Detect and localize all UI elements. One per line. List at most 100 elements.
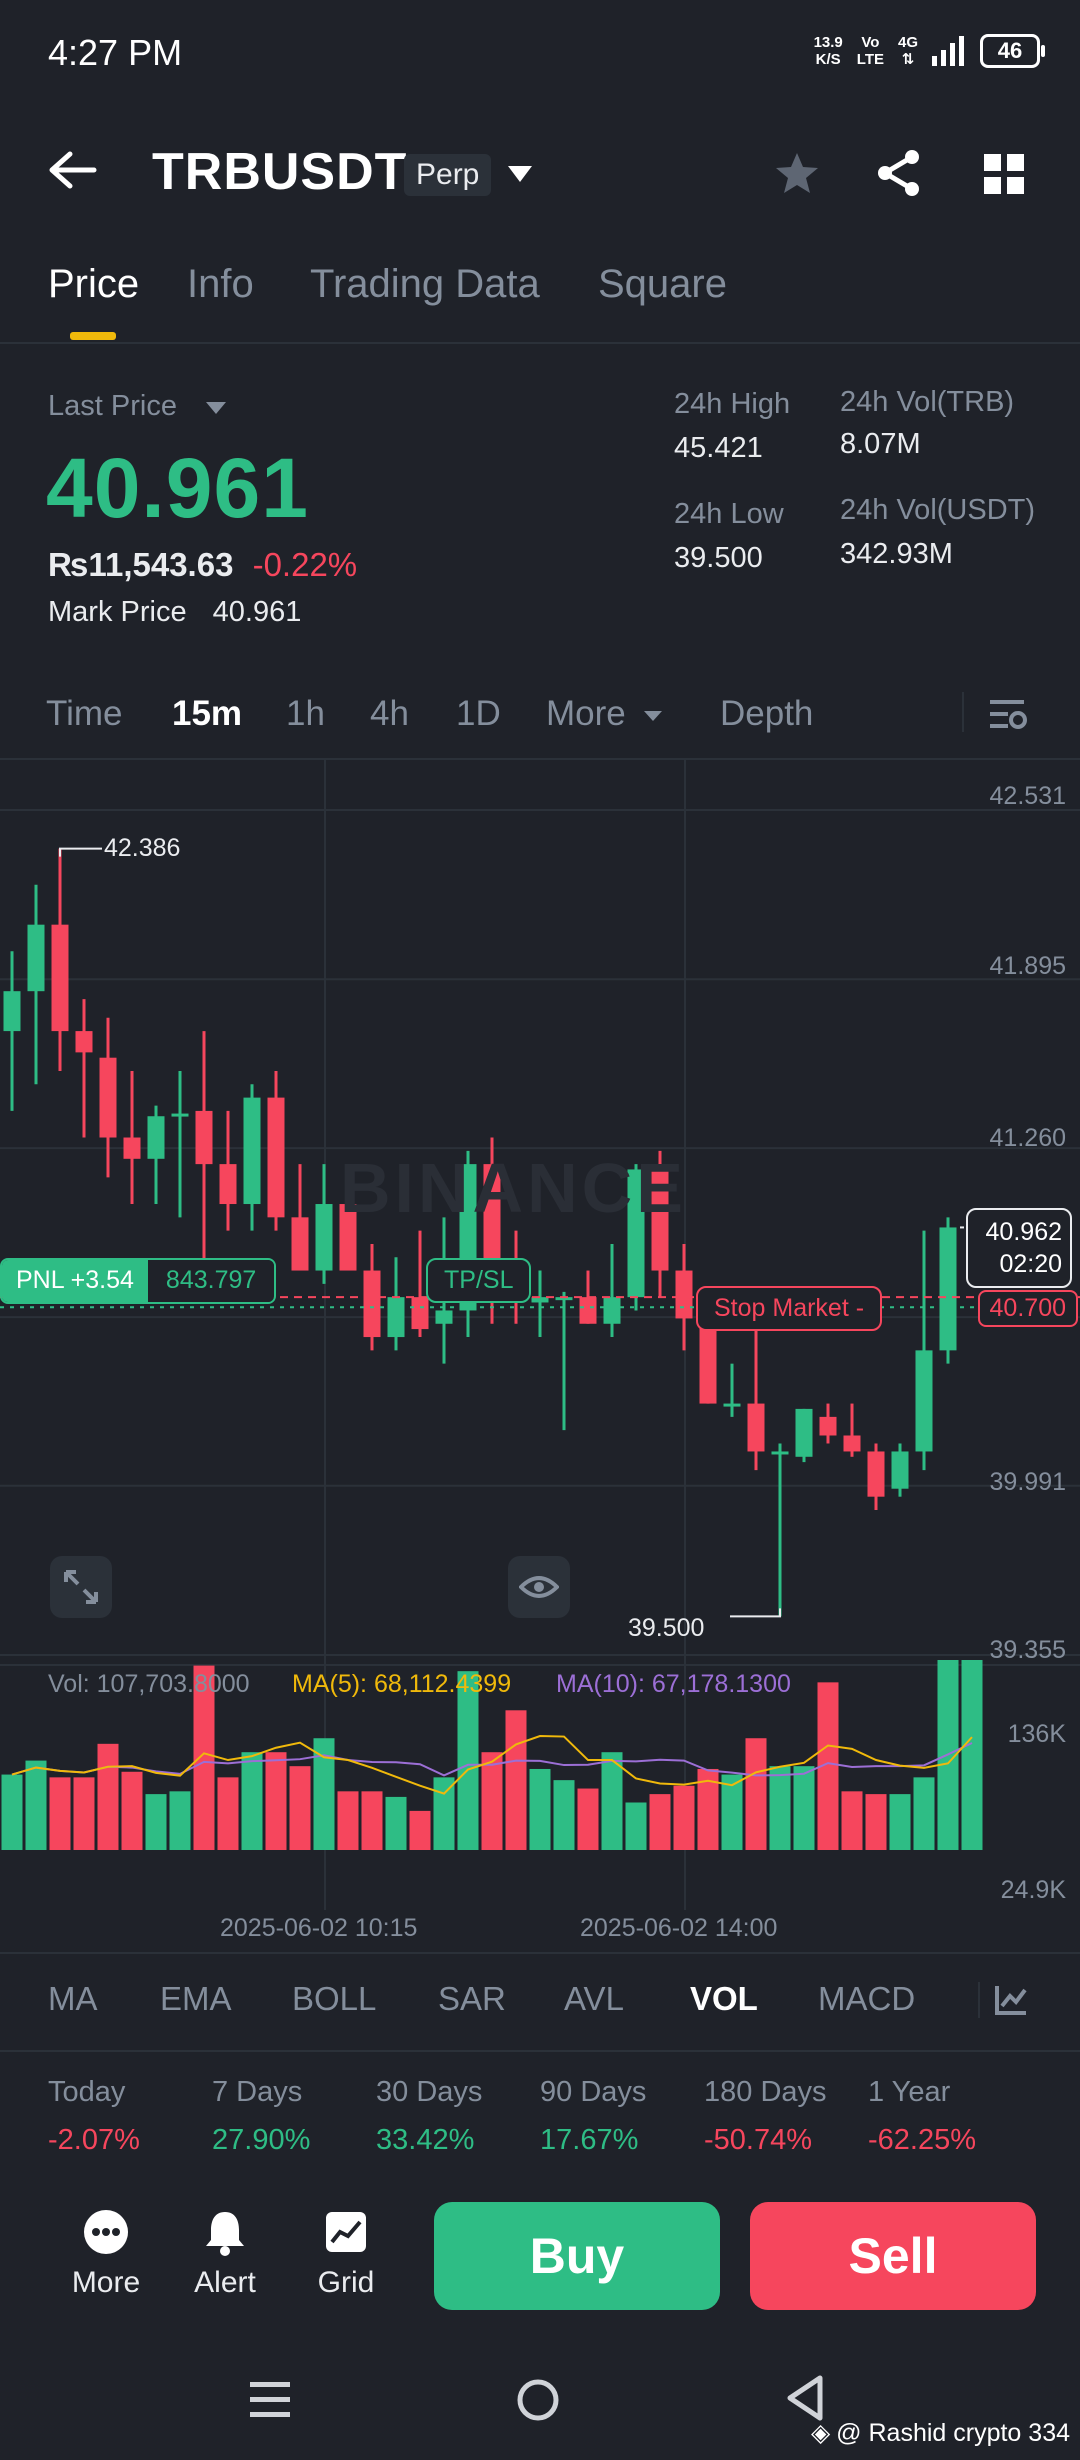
volume-bar	[145, 1794, 167, 1850]
fullscreen-button[interactable]	[50, 1556, 112, 1618]
entry-price: 843.797	[147, 1260, 275, 1302]
volume-bar	[73, 1777, 95, 1850]
tab-price[interactable]: Price	[48, 262, 139, 307]
volume-bar	[793, 1766, 815, 1850]
more-button[interactable]: More	[56, 2208, 156, 2300]
stop-price-tag: 40.700	[977, 1290, 1078, 1327]
buy-button[interactable]: Buy	[434, 2202, 720, 2310]
grid-bot-icon	[326, 2212, 366, 2252]
mark-price-value: 40.961	[212, 596, 302, 628]
volume-bar	[1, 1774, 23, 1850]
candle-body	[147, 1116, 165, 1159]
stop-market-tag[interactable]: Stop Market -	[696, 1286, 883, 1331]
last-price-label[interactable]: Last Price	[48, 390, 227, 423]
tpsl-button[interactable]: TP/SL	[426, 1258, 532, 1303]
volume-bar	[961, 1660, 983, 1850]
favorite-star-icon[interactable]	[774, 150, 820, 196]
chart-area[interactable]	[0, 760, 1080, 1910]
indicator-sar[interactable]: SAR	[438, 1980, 506, 2018]
grid-button[interactable]: Grid	[296, 2208, 396, 2300]
grid-label: Grid	[317, 2266, 375, 2299]
recent-apps-icon[interactable]	[248, 2378, 292, 2422]
interval-time[interactable]: Time	[46, 694, 122, 734]
interval-1h[interactable]: 1h	[286, 694, 325, 734]
tab-info[interactable]: Info	[187, 262, 254, 307]
perf-value: -50.74%	[704, 2124, 813, 2156]
volume-bar	[265, 1752, 287, 1850]
volume-bar	[577, 1788, 599, 1850]
volume-bar	[241, 1752, 263, 1850]
candle-body	[363, 1270, 381, 1338]
price-chart[interactable]	[0, 760, 1080, 1910]
interval-more[interactable]: More	[546, 694, 663, 734]
indicator-separator	[978, 1982, 980, 2018]
low-label: 24h Low	[674, 498, 784, 530]
high-marker-line	[59, 847, 102, 857]
alert-button[interactable]: Alert	[175, 2208, 275, 2300]
candle-body	[291, 1217, 309, 1271]
volume-bar	[409, 1810, 431, 1850]
change-percent: -0.22%	[252, 546, 358, 583]
tab-square[interactable]: Square	[598, 262, 727, 307]
perf-label: 90 Days	[540, 2076, 647, 2108]
candle-countdown: 02:20	[999, 1250, 1062, 1278]
high-label: 24h High	[674, 388, 791, 420]
home-icon[interactable]	[516, 2378, 560, 2422]
candle-body	[843, 1435, 861, 1452]
high-value: 45.421	[674, 432, 763, 464]
chart-settings-icon[interactable]	[988, 696, 1028, 732]
vol-quote-value: 342.93M	[840, 538, 953, 570]
pnl-tag[interactable]: PNL +3.54 843.797	[0, 1258, 277, 1304]
interval-4h[interactable]: 4h	[370, 694, 409, 734]
indicator-avl[interactable]: AVL	[564, 1980, 624, 2018]
perp-badge[interactable]: Perp	[404, 154, 492, 196]
network-label: 4G	[897, 34, 918, 51]
volte-top: Vo	[861, 34, 880, 51]
perf-label: 1 Year	[868, 2076, 951, 2108]
volume-bar	[481, 1752, 503, 1850]
indicator-settings-icon[interactable]	[994, 1984, 1028, 2016]
volume-bar	[217, 1777, 239, 1850]
interval-depth[interactable]: Depth	[720, 694, 813, 734]
grid-menu-icon[interactable]	[984, 154, 1024, 194]
indicator-ema[interactable]: EMA	[160, 1980, 232, 2018]
volume-bar	[169, 1791, 191, 1850]
perf-value: -62.25%	[868, 2124, 977, 2156]
volume-bar	[505, 1710, 527, 1850]
interval-1d[interactable]: 1D	[456, 694, 501, 734]
candle-body	[315, 1204, 333, 1271]
volume-bar	[745, 1738, 767, 1850]
indicator-boll[interactable]: BOLL	[292, 1980, 376, 2018]
candle-body	[603, 1297, 621, 1324]
back-nav-icon[interactable]	[786, 2374, 826, 2422]
volume-bar	[841, 1791, 863, 1850]
perf-value: 27.90%	[212, 2124, 311, 2156]
indicator-ma[interactable]: MA	[48, 1980, 98, 2018]
volume-bar	[889, 1794, 911, 1850]
back-arrow-icon[interactable]	[48, 150, 98, 190]
mark-price-label: Mark Price	[48, 596, 187, 628]
date-label: 2025-06-02 10:15	[220, 1914, 418, 1942]
pnl-value: PNL +3.54	[2, 1260, 148, 1302]
indicator-macd[interactable]: MACD	[818, 1980, 915, 2018]
volume-bar	[625, 1802, 647, 1850]
ma10-legend: MA(10): 67,178.1300	[556, 1670, 791, 1698]
symbol-dropdown-icon[interactable]	[506, 164, 534, 184]
symbol-title[interactable]: TRBUSDT	[152, 142, 407, 202]
interval-15m[interactable]: 15m	[172, 694, 242, 734]
share-icon[interactable]	[874, 148, 924, 198]
low-marker-label: 39.500	[628, 1614, 705, 1642]
tab-trading-data[interactable]: Trading Data	[310, 262, 540, 307]
low-marker-line	[730, 1608, 781, 1618]
candle-body	[915, 1350, 933, 1452]
volume-bar	[673, 1785, 695, 1850]
indicator-vol[interactable]: VOL	[690, 1980, 758, 2018]
battery-level: 46	[997, 38, 1023, 63]
price-axis-label: 41.260	[989, 1124, 1066, 1152]
perf-label: Today	[48, 2076, 126, 2108]
candle-body	[267, 1097, 285, 1218]
volume-bar	[529, 1768, 551, 1850]
network-type: 4G ⇅	[898, 34, 918, 68]
sell-button[interactable]: Sell	[750, 2202, 1036, 2310]
visibility-button[interactable]	[508, 1556, 570, 1618]
